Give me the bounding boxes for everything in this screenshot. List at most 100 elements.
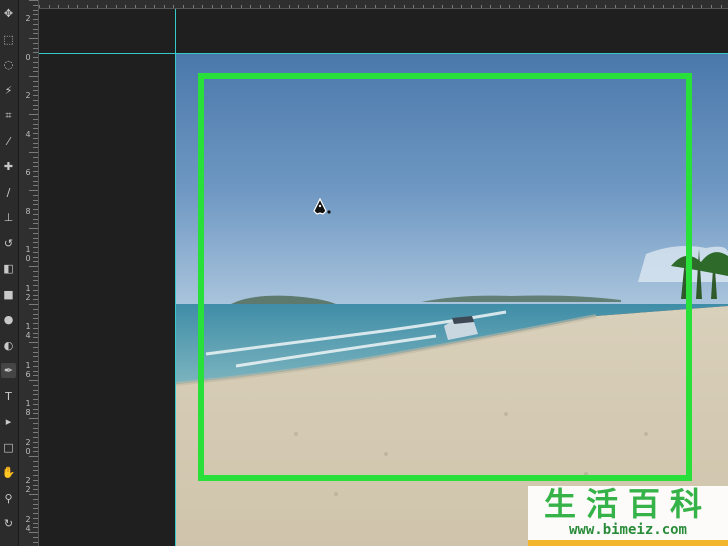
horizontal-guide-line[interactable]	[39, 53, 728, 54]
ruler-tick	[336, 5, 338, 8]
ruler-tick	[33, 356, 38, 358]
eraser-tool-icon[interactable]: ◧	[1, 261, 16, 276]
ruler-tick	[33, 280, 38, 282]
ruler-tick	[33, 370, 38, 372]
watermark-stripe	[528, 540, 728, 546]
ruler-tick	[711, 5, 712, 8]
ruler-tick	[29, 152, 38, 153]
ruler-tick	[663, 5, 664, 8]
ruler-tick	[29, 418, 38, 419]
ruler-tick	[307, 5, 309, 8]
ruler-tick	[33, 441, 38, 443]
horizontal-ruler[interactable]	[39, 0, 728, 9]
type-tool-icon[interactable]: T	[1, 389, 16, 404]
ruler-tick	[33, 123, 38, 125]
watermark-title: 生活百科	[543, 485, 712, 523]
ruler-tick	[67, 5, 69, 8]
ruler-tick	[115, 5, 117, 8]
ruler-tick	[653, 5, 655, 8]
ruler-tick	[33, 80, 38, 82]
ruler-tick	[33, 137, 38, 139]
ruler-tick	[33, 95, 38, 96]
ruler-tick	[33, 337, 38, 339]
ruler-tick	[33, 33, 38, 35]
ruler-tick	[33, 327, 38, 329]
watermark-url: www.bimeiz.com	[568, 522, 687, 538]
crop-tool-icon[interactable]: ⌗	[1, 108, 16, 123]
ruler-tick	[327, 5, 328, 8]
clone-stamp-tool-icon[interactable]: ⊥	[1, 210, 16, 225]
ruler-tick	[33, 432, 38, 434]
vertical-ruler-label: 0	[25, 52, 31, 62]
marquee-tool-icon[interactable]: ⬚	[1, 32, 16, 47]
ruler-tick	[29, 266, 38, 267]
ruler-tick	[33, 470, 38, 472]
ruler-tick	[643, 5, 645, 8]
ruler-tick	[672, 5, 674, 8]
ruler-tick	[106, 5, 108, 8]
ruler-tick	[701, 5, 703, 8]
hand-tool-icon[interactable]: ✋	[1, 465, 16, 480]
zoom-tool-icon[interactable]: ⚲	[1, 491, 16, 506]
ruler-tick	[33, 427, 38, 429]
shape-tool-icon[interactable]: □	[1, 440, 16, 455]
ruler-tick	[33, 522, 38, 524]
lasso-tool-icon[interactable]: ◌	[1, 57, 16, 72]
dodge-tool-icon[interactable]: ◐	[1, 338, 16, 353]
ruler-tick	[33, 251, 38, 253]
ruler-tick	[33, 536, 38, 538]
ruler-tick	[33, 175, 38, 177]
vertical-ruler-label: 8	[25, 206, 31, 216]
ruler-tick	[33, 484, 38, 486]
magic-wand-tool-icon[interactable]: ⚡	[1, 83, 16, 98]
rotate-view-tool-icon[interactable]: ↻	[1, 516, 16, 531]
ruler-tick	[33, 323, 38, 324]
vertical-ruler-label: 18	[25, 399, 31, 417]
ruler-tick	[29, 494, 38, 495]
ruler-tick	[125, 5, 127, 8]
ruler-tick	[451, 5, 453, 8]
gradient-tool-icon[interactable]: ■	[1, 287, 16, 302]
ruler-tick	[403, 5, 405, 8]
ruler-tick	[33, 209, 38, 210]
eyedropper-tool-icon[interactable]: ⁄	[1, 134, 16, 149]
blur-tool-icon[interactable]: ●	[1, 312, 16, 327]
ruler-tick	[375, 5, 376, 8]
ruler-tick	[33, 90, 38, 92]
ruler-tick	[346, 5, 348, 8]
ruler-tick	[29, 380, 38, 381]
healing-brush-tool-icon[interactable]: ✚	[1, 159, 16, 174]
ruler-tick	[509, 5, 511, 8]
history-brush-tool-icon[interactable]: ↺	[1, 236, 16, 251]
vertical-ruler-label: 22	[25, 476, 31, 494]
ruler-tick	[33, 247, 38, 248]
ruler-tick	[33, 313, 38, 315]
selection-rectangle[interactable]	[198, 73, 692, 481]
move-tool-icon[interactable]: ✥	[1, 6, 16, 21]
ruler-tick	[33, 527, 38, 529]
ruler-tick	[442, 5, 444, 8]
ruler-tick	[77, 5, 79, 8]
ruler-tick	[29, 76, 38, 77]
ruler-tick	[547, 5, 549, 8]
ruler-tick	[33, 66, 38, 68]
vertical-ruler[interactable]: 2 0 2 4 6 8 10 12 14 16 18 20 22 24	[19, 0, 39, 546]
ruler-tick	[33, 275, 38, 277]
pen-cursor-icon	[310, 195, 334, 219]
vertical-guide-line[interactable]	[175, 9, 176, 546]
ruler-tick	[39, 5, 40, 8]
ruler-tick	[33, 199, 38, 201]
pen-tool-icon[interactable]: ✒	[1, 363, 16, 378]
ruler-tick	[33, 118, 38, 120]
ruler-tick	[33, 52, 38, 54]
ruler-tick	[33, 513, 38, 514]
ruler-tick	[682, 5, 684, 8]
ruler-tick	[33, 422, 38, 424]
path-selection-tool-icon[interactable]: ▸	[1, 414, 16, 429]
vertical-ruler-label: 12	[25, 283, 31, 302]
ruler-tick	[615, 5, 616, 8]
brush-tool-icon[interactable]: ∕	[1, 185, 16, 200]
vertical-ruler-label: 14	[25, 322, 31, 340]
ruler-tick	[33, 156, 38, 158]
ruler-tick	[33, 408, 38, 410]
